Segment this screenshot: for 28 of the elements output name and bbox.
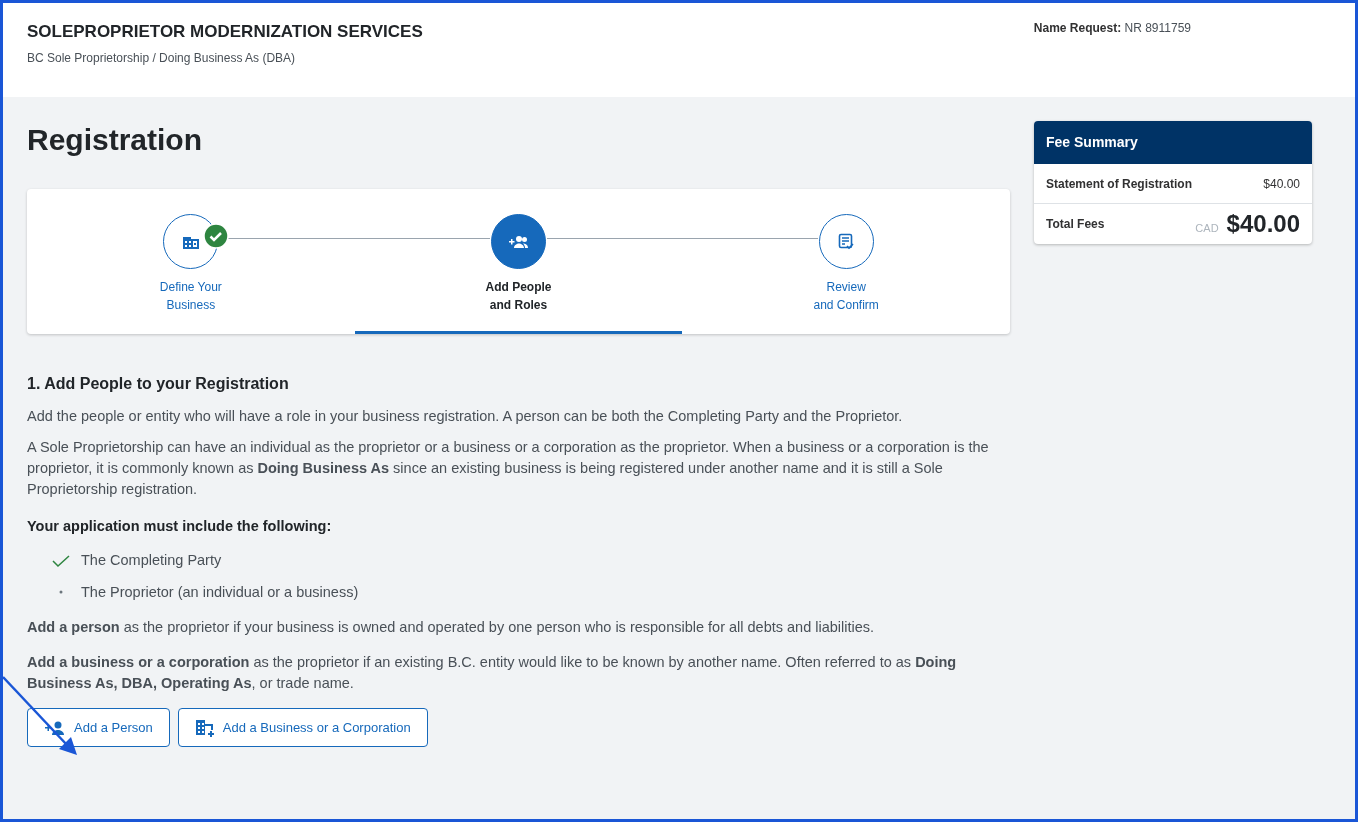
total-fees-amount: $40.00	[1226, 209, 1300, 239]
fee-item-amount: $40.00	[1263, 175, 1300, 193]
currency-label: CAD	[1195, 221, 1219, 236]
paragraph: Add the people or entity who will have a role in your business registration. A person can be both the Completing Party and the Proprietor.	[27, 407, 904, 426]
name-request-label: Name Request:	[1033, 21, 1122, 35]
requirements-heading: Your application must include the following:	[27, 517, 333, 536]
add-person-icon	[44, 720, 66, 735]
section-heading: 1. Add People to your Registration	[27, 374, 290, 394]
add-people-icon	[507, 234, 530, 249]
app-subtitle: BC Sole Proprietorship / Doing Business As (DBA)	[27, 49, 297, 67]
add-building-icon	[194, 718, 215, 737]
requirement-text: The Proprietor (an individual or a business)	[81, 582, 359, 602]
step-label[interactable]: Add People and Roles	[485, 278, 552, 314]
step-label[interactable]: Define Your Business	[159, 278, 222, 314]
fee-item-label: Statement of Registration	[1046, 175, 1192, 193]
requirement-text: The Completing Party	[81, 550, 222, 570]
paragraph: A Sole Proprietorship can have an individual as the proprietor or a business or a corporation as the proprietor. When a business or a corporation is the proprietor, it is commonly known as Doing Business As since an existing business is being registered under another name and it is still a Sole Proprietorship registration.	[27, 438, 990, 499]
document-check-icon	[838, 233, 855, 250]
add-button[interactable]: Add a Business or a Corporation	[177, 708, 428, 748]
paragraph: Add a person as the proprietor if your business is owned and operated by one person who is responsible for all debts and liabilities.	[27, 618, 876, 638]
total-fees-label: Total Fees	[1046, 216, 1105, 233]
add-button[interactable]: Add a Person	[27, 708, 170, 748]
page-title: Registration	[27, 125, 204, 155]
step-label[interactable]: Review and Confirm	[813, 278, 879, 314]
paragraph: Add a business or a corporation as the proprietor if an existing B.C. entity would like to be known by another name. Often referred to as Doing Business As, DBA, Operating As, or trade name.	[27, 653, 958, 694]
name-request-number: NR 8911759	[1124, 21, 1191, 35]
fee-summary-title: Fee Summary	[1046, 133, 1138, 152]
app-title: SOLEPROPRIETOR MODERNIZATION SERVICES	[27, 21, 423, 43]
